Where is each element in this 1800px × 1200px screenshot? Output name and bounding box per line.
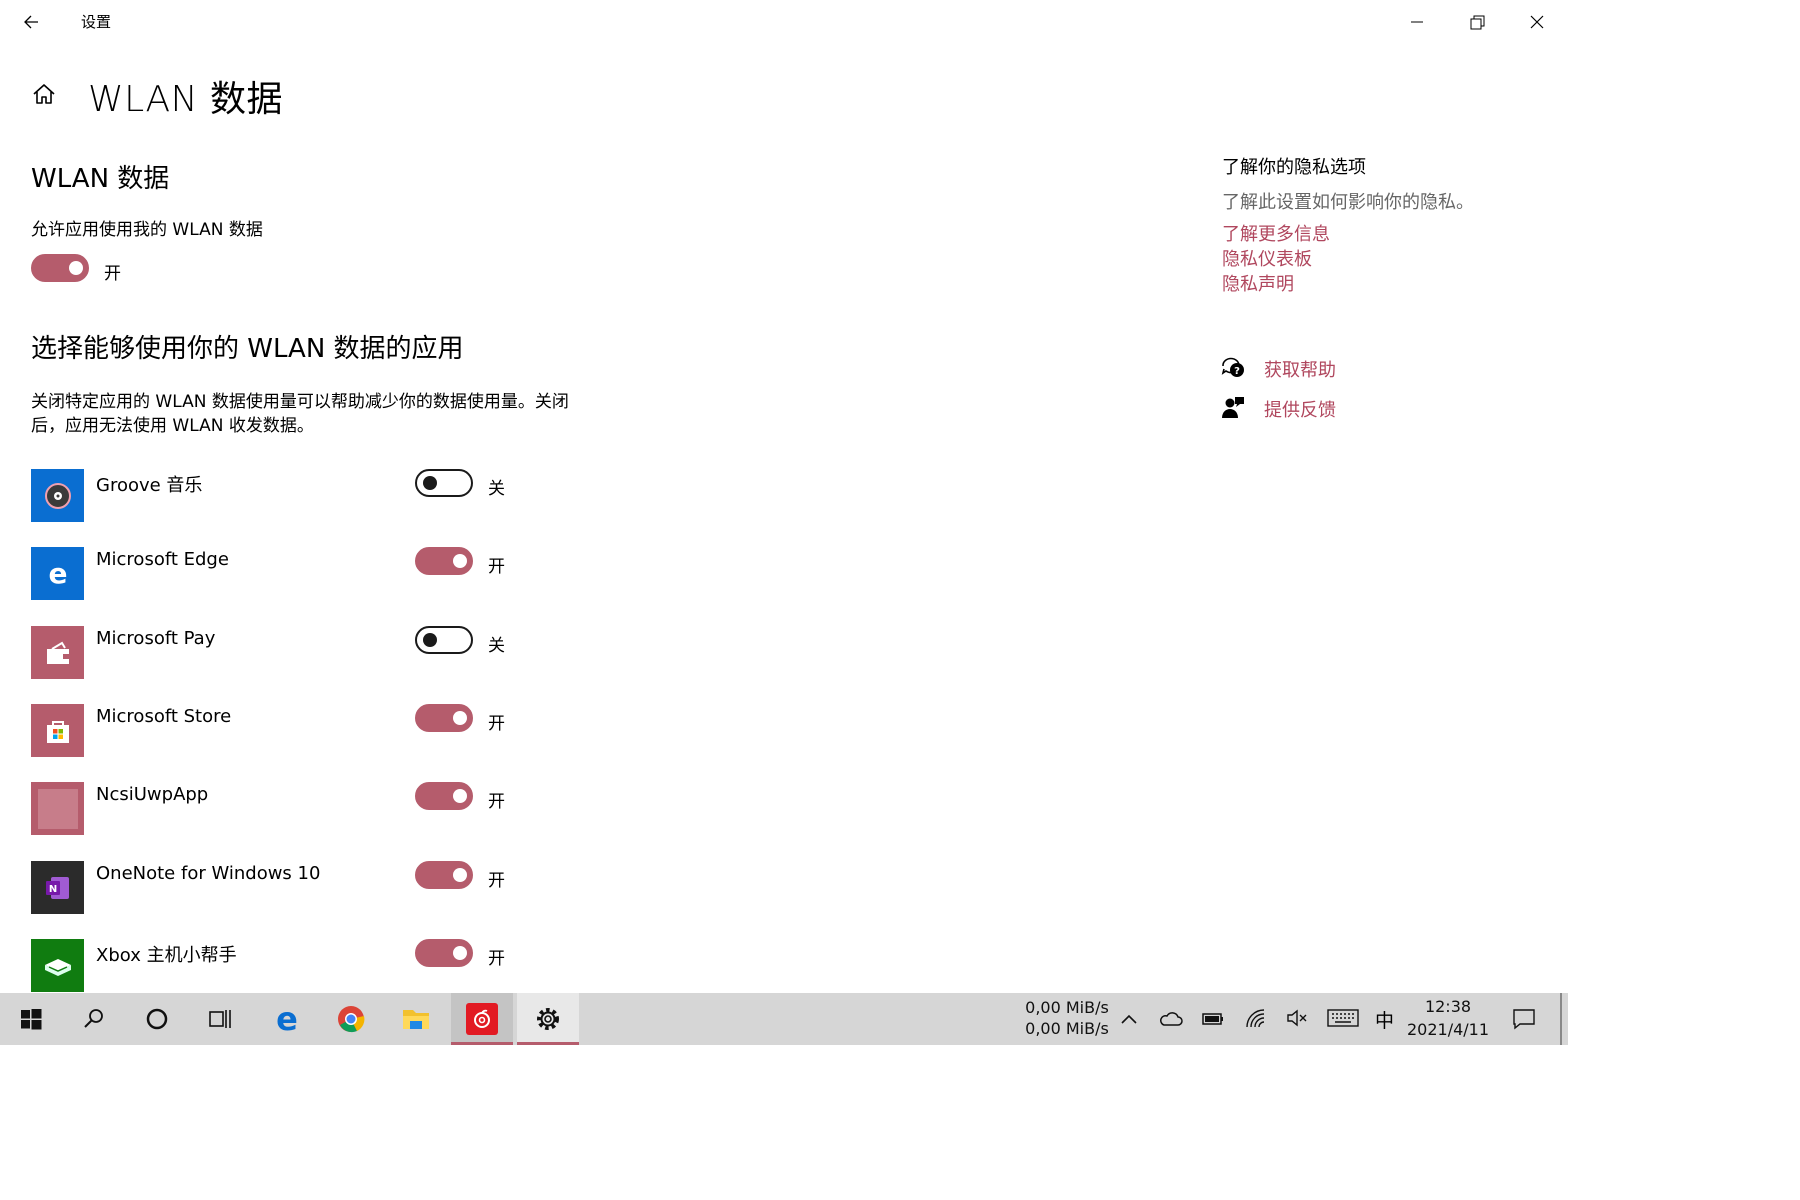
gear-icon	[537, 1008, 559, 1030]
cortana-circle-icon	[146, 1008, 168, 1030]
app-wlan-state: 开	[488, 557, 505, 577]
svg-text:?: ?	[1234, 366, 1240, 377]
app-wlan-state: 开	[488, 792, 505, 812]
svg-text:e: e	[276, 1004, 298, 1034]
active-app-indicator	[451, 1042, 513, 1045]
section-heading-choose-apps: 选择能够使用你的 WLAN 数据的应用	[31, 334, 464, 364]
get-help-link[interactable]: 获取帮助	[1264, 356, 1336, 382]
clock-date[interactable]: 2021/4/11	[1404, 1020, 1492, 1039]
title-bar: 设置	[0, 0, 1568, 44]
task-view-button[interactable]	[189, 993, 251, 1045]
privacy-dashboard-link[interactable]: 隐私仪表板	[1222, 245, 1312, 271]
app-wlan-state: 开	[488, 949, 505, 969]
edge-browser-icon: e	[276, 1004, 298, 1034]
toggle-knob	[453, 554, 467, 568]
battery-icon[interactable]	[1200, 1009, 1226, 1029]
xbox-companion-icon	[31, 939, 84, 992]
chrome-icon	[338, 1006, 365, 1033]
taskbar-edge[interactable]: e	[256, 993, 318, 1045]
feedback-link[interactable]: 提供反馈	[1264, 396, 1336, 422]
toggle-knob	[423, 633, 437, 647]
allow-wlan-state: 开	[104, 264, 121, 284]
learn-more-link[interactable]: 了解更多信息	[1222, 220, 1330, 246]
volume-muted-icon[interactable]	[1285, 1007, 1309, 1029]
search-icon	[84, 1009, 103, 1028]
restore-icon[interactable]	[1465, 10, 1489, 34]
net-speed-down: 0,00 MiB/s	[1025, 1019, 1109, 1038]
page-title: WLAN 数据	[88, 79, 283, 120]
onedrive-cloud-icon[interactable]	[1158, 1009, 1184, 1029]
clock-time[interactable]: 12:38	[1404, 997, 1492, 1016]
app-wlan-toggle[interactable]	[415, 704, 473, 732]
wallet-icon	[31, 626, 84, 679]
app-name: Groove 音乐	[96, 475, 203, 496]
edge-icon: e	[31, 547, 84, 600]
ime-indicator[interactable]: 中	[1375, 1006, 1394, 1033]
app-wlan-toggle[interactable]	[415, 626, 473, 654]
app-name: Microsoft Pay	[96, 628, 216, 649]
show-desktop-button[interactable]	[1560, 993, 1562, 1045]
search-button[interactable]	[63, 993, 125, 1045]
privacy-heading: 了解你的隐私选项	[1222, 157, 1366, 178]
taskbar-chrome[interactable]	[320, 993, 382, 1045]
taskbar-netease-music[interactable]	[451, 993, 513, 1045]
feedback-icon	[1222, 397, 1244, 418]
wifi-icon[interactable]	[1244, 1007, 1268, 1029]
placeholder-square	[37, 788, 78, 829]
store-bag-icon	[31, 704, 84, 757]
app-wlan-toggle[interactable]	[415, 469, 473, 497]
onenote-icon: N	[31, 861, 84, 914]
app-name: OneNote for Windows 10	[96, 863, 321, 884]
window-title: 设置	[81, 13, 112, 31]
taskbar-settings[interactable]	[517, 993, 579, 1045]
taskbar: e 0,00 MiB/s 0,00 MiB/s 中 12:38 2021/4/1…	[0, 993, 1568, 1045]
task-view-icon	[209, 1010, 231, 1028]
app-wlan-toggle[interactable]	[415, 861, 473, 889]
get-help-icon: ?	[1221, 357, 1244, 377]
section-description-line-1: 关闭特定应用的 WLAN 数据使用量可以帮助减少你的数据使用量。关闭	[31, 392, 569, 412]
start-button[interactable]	[0, 993, 62, 1045]
app-wlan-state: 关	[488, 479, 505, 499]
app-wlan-state: 开	[488, 871, 505, 891]
cortana-button[interactable]	[126, 993, 188, 1045]
taskbar-file-explorer[interactable]	[385, 993, 447, 1045]
toggle-knob	[69, 261, 83, 275]
app-name: Microsoft Edge	[96, 549, 229, 570]
app-name: NcsiUwpApp	[96, 784, 209, 805]
groove-music-icon	[31, 469, 84, 522]
toggle-knob	[453, 868, 467, 882]
home-icon[interactable]	[30, 80, 58, 108]
toggle-knob	[423, 476, 437, 490]
privacy-statement-link[interactable]: 隐私声明	[1222, 270, 1294, 296]
keyboard-icon[interactable]	[1327, 1008, 1359, 1028]
netease-music-icon	[466, 1003, 498, 1035]
allow-apps-label: 允许应用使用我的 WLAN 数据	[31, 220, 263, 240]
toggle-knob	[453, 946, 467, 960]
app-name: Microsoft Store	[96, 706, 232, 727]
app-wlan-toggle[interactable]	[415, 939, 473, 967]
net-speed-up: 0,00 MiB/s	[1025, 998, 1109, 1017]
app-wlan-state: 开	[488, 714, 505, 734]
section-description-line-2: 后，应用无法使用 WLAN 收发数据。	[31, 416, 314, 436]
svg-text:N: N	[48, 884, 56, 895]
toggle-knob	[453, 789, 467, 803]
privacy-description: 了解此设置如何影响你的隐私。	[1222, 192, 1474, 213]
active-app-indicator	[517, 1042, 579, 1045]
back-arrow-icon[interactable]	[18, 8, 46, 36]
notification-center-icon[interactable]	[1511, 1006, 1537, 1032]
placeholder-app-icon	[31, 782, 84, 835]
allow-wlan-toggle[interactable]	[31, 254, 89, 282]
chevron-up-icon[interactable]	[1118, 1009, 1140, 1029]
windows-logo-icon	[21, 1009, 42, 1030]
app-name: Xbox 主机小帮手	[96, 945, 237, 966]
app-wlan-toggle[interactable]	[415, 782, 473, 810]
folder-icon	[403, 1010, 429, 1029]
app-wlan-state: 关	[488, 636, 505, 656]
section-heading-wlan-data: WLAN 数据	[31, 164, 170, 194]
close-icon[interactable]	[1525, 10, 1549, 34]
app-wlan-toggle[interactable]	[415, 547, 473, 575]
svg-text:e: e	[48, 559, 67, 589]
minimize-icon[interactable]	[1405, 10, 1429, 34]
toggle-knob	[453, 711, 467, 725]
